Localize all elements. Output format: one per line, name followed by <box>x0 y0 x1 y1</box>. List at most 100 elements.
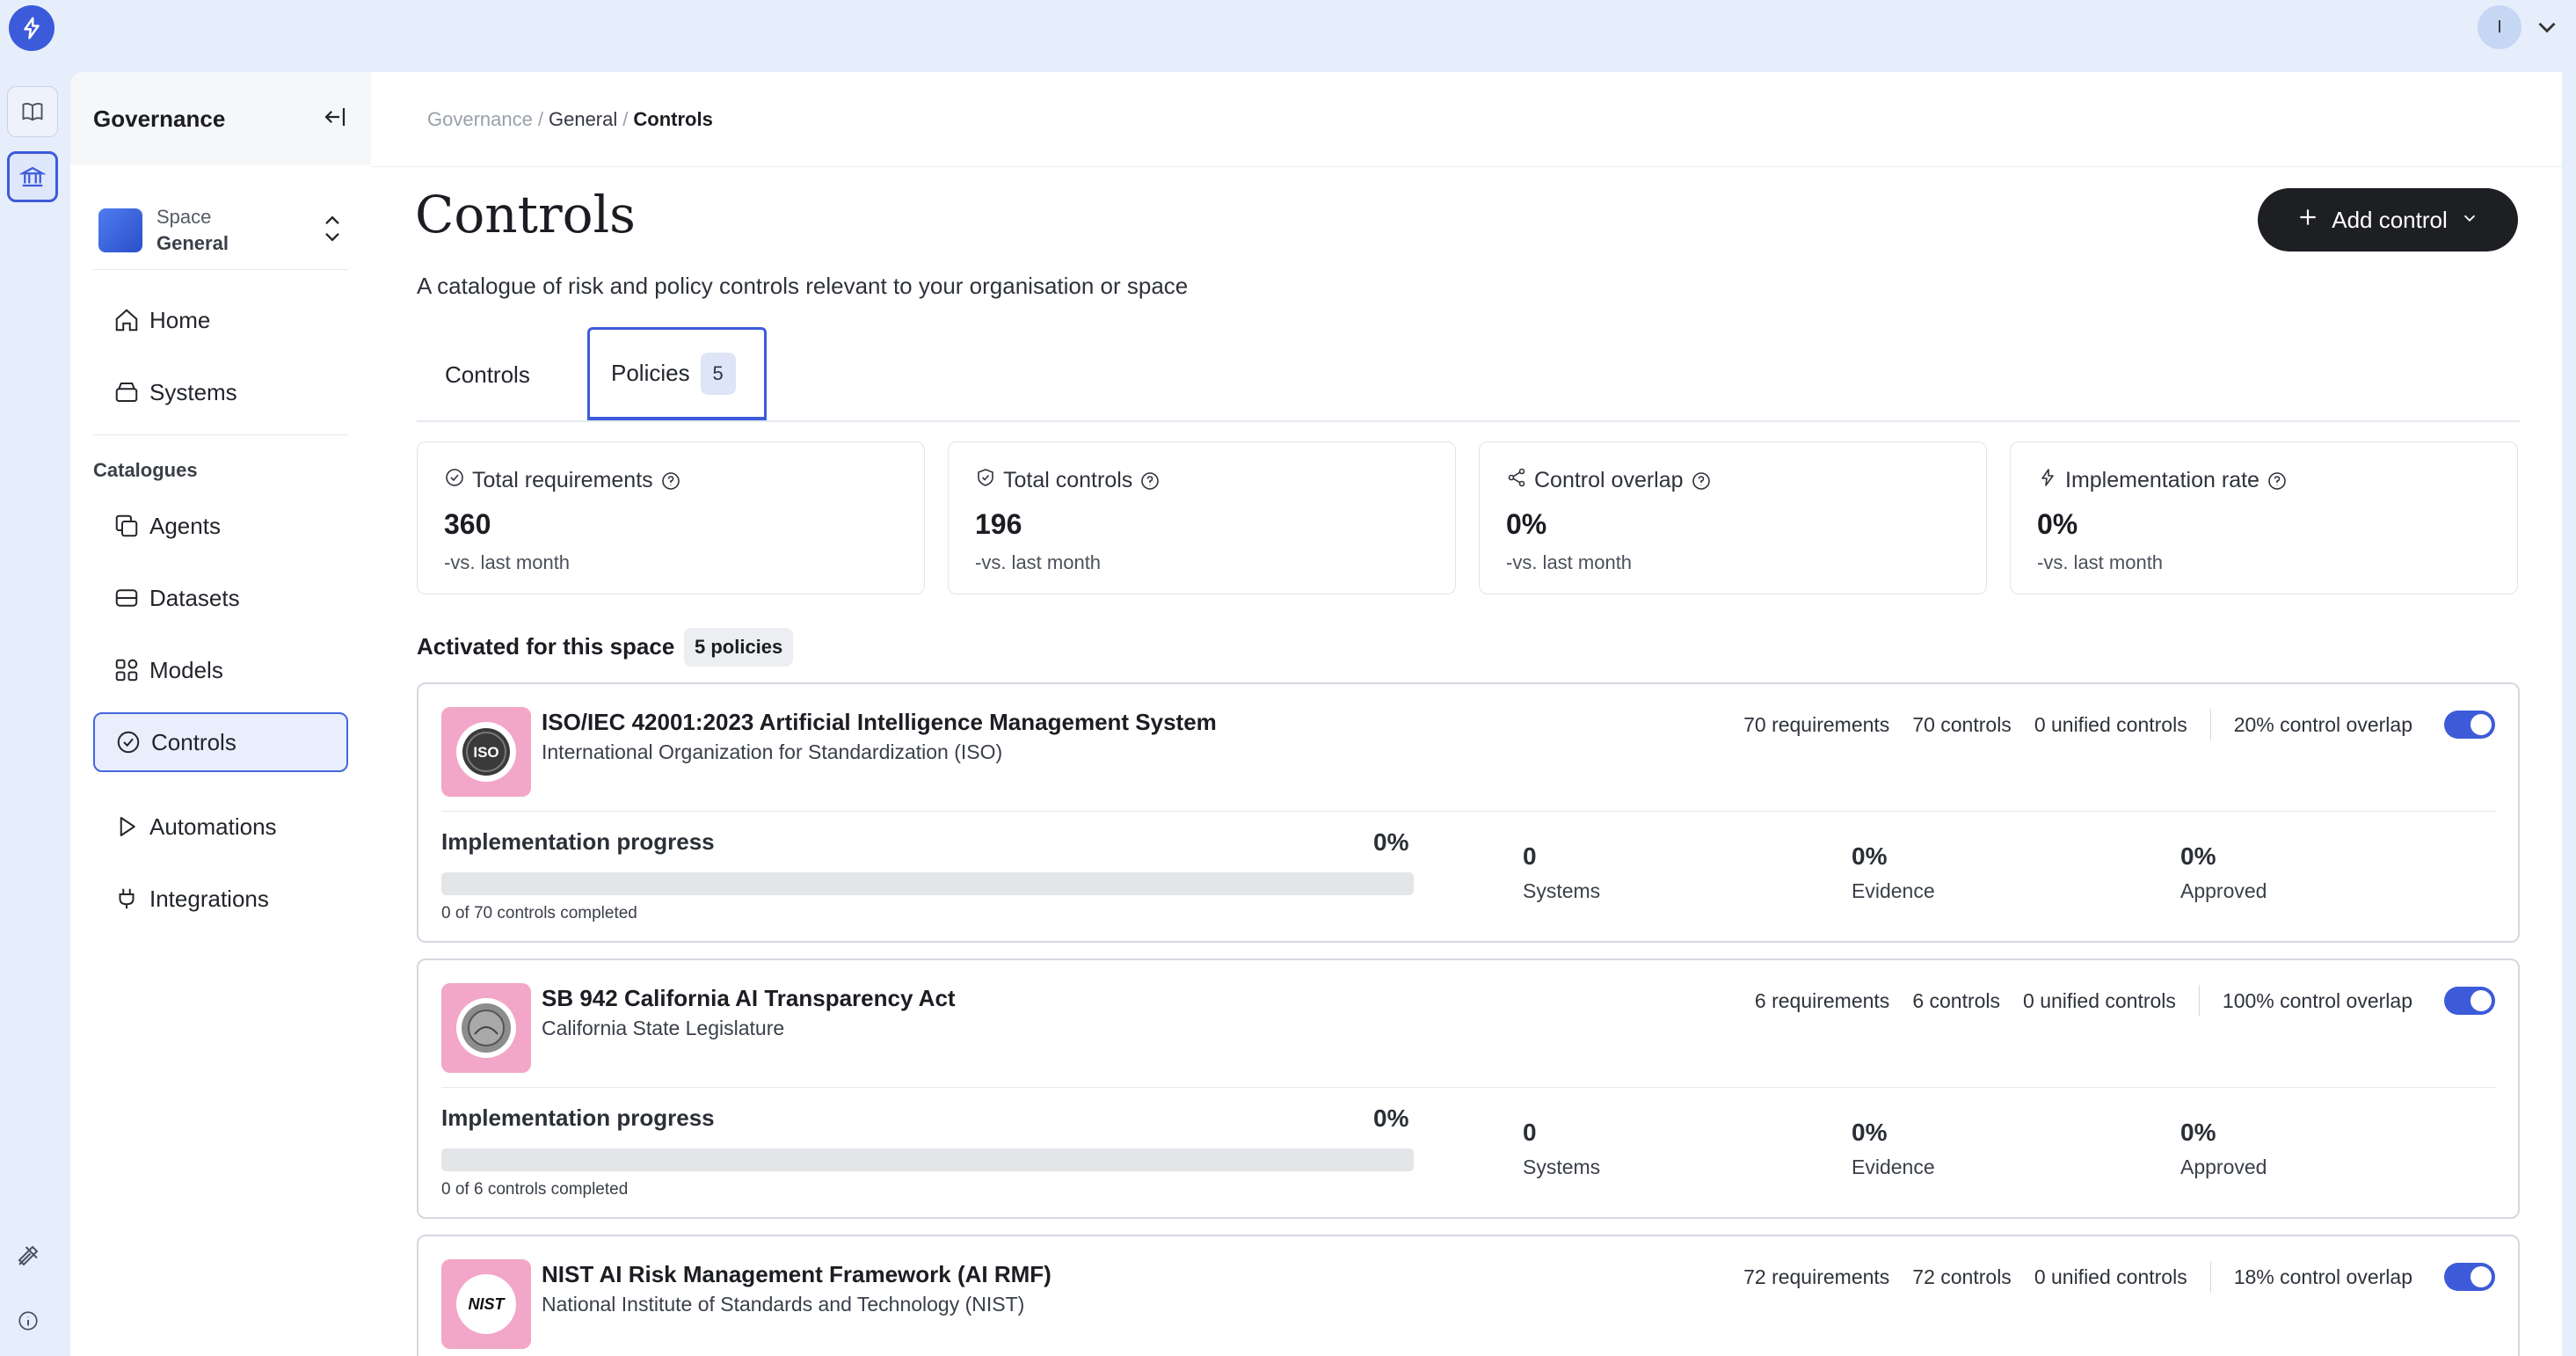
policy-name: ISO/IEC 42001:2023 Artificial Intelligen… <box>542 709 1217 735</box>
policy-overlap: 100% control overlap <box>2222 988 2412 1012</box>
policy-overlap: 20% control overlap <box>2233 712 2412 736</box>
metric-label: Systems <box>1523 1156 1601 1178</box>
policy-card[interactable]: ISO ISO/IEC 42001:2023 Artificial Intell… <box>417 682 2520 943</box>
metric-label: Approved <box>2180 879 2267 902</box>
policy-meta: 6 requirements 6 controls 0 unified cont… <box>1755 985 2495 1017</box>
app-logo-icon[interactable] <box>9 5 55 51</box>
sidebar-item-label: Automations <box>149 813 277 840</box>
metric-evidence: 0% Evidence <box>1852 842 1935 903</box>
user-avatar[interactable]: I <box>2478 5 2521 49</box>
sidebar-item-automations[interactable]: Automations <box>93 797 348 857</box>
breadcrumb-separator: / <box>537 107 543 130</box>
help-icon[interactable] <box>2267 470 2288 492</box>
policy-org: International Organization for Standardi… <box>542 740 1003 763</box>
book-icon[interactable] <box>7 86 58 137</box>
chevron-updown-icon[interactable] <box>320 211 345 251</box>
metric-approved: 0% Approved <box>2180 1119 2267 1179</box>
policy-enabled-toggle[interactable] <box>2444 711 2495 739</box>
sidebar-item-agents[interactable]: Agents <box>93 496 348 556</box>
svg-text:NIST: NIST <box>468 1295 506 1313</box>
progress-percent: 0% <box>1373 828 1409 856</box>
space-selector[interactable]: Space General <box>93 192 348 269</box>
progress-label: Implementation progress <box>441 828 715 855</box>
progress-bar <box>441 1148 1414 1171</box>
sidebar-item-integrations[interactable]: Integrations <box>93 869 348 929</box>
stat-card-control-overlap: Control overlap 0% -vs. last month <box>1479 441 1987 594</box>
progress-sub: 0 of 6 controls completed <box>441 1180 629 1199</box>
shield-check-icon <box>975 467 996 494</box>
sidebar-item-label: Datasets <box>149 584 240 611</box>
metric-systems: 0 Systems <box>1523 842 1600 903</box>
policy-requirements: 6 requirements <box>1754 988 1890 1012</box>
policy-requirements: 72 requirements <box>1743 1265 1890 1288</box>
plus-icon <box>2296 206 2319 235</box>
agents-icon <box>111 510 142 542</box>
tab-label: Controls <box>445 361 530 388</box>
collapse-sidebar-icon[interactable] <box>322 104 348 135</box>
tools-icon[interactable] <box>12 1240 44 1272</box>
chevron-down-icon[interactable] <box>2532 12 2562 42</box>
help-icon[interactable] <box>660 470 681 492</box>
metric-systems: 0 Systems <box>1523 1119 1600 1179</box>
tab-controls[interactable]: Controls <box>445 327 530 422</box>
governance-bank-icon[interactable] <box>7 151 58 202</box>
divider <box>2198 985 2200 1017</box>
stat-card-implementation-rate: Implementation rate 0% -vs. last month <box>2010 441 2518 594</box>
policy-card[interactable]: SB 942 California AI Transparency Act Ca… <box>417 959 2520 1219</box>
policy-requirements: 70 requirements <box>1743 712 1890 736</box>
chevron-down-icon <box>2460 207 2479 234</box>
sidebar-item-datasets[interactable]: Datasets <box>93 568 348 628</box>
breadcrumb-governance[interactable]: Governance <box>427 108 533 131</box>
bolt-icon <box>2037 467 2058 494</box>
california-seal-icon <box>441 983 531 1073</box>
stat-label: Total controls <box>1003 468 1133 492</box>
sidebar-item-label: Controls <box>151 728 236 755</box>
progress-percent: 0% <box>1373 1104 1409 1132</box>
check-circle-icon <box>444 467 465 494</box>
sidebar-item-home[interactable]: Home <box>93 290 348 350</box>
stat-card-total-controls: Total controls 196 -vs. last month <box>948 441 1456 594</box>
metric-value: 0 <box>1523 1119 1537 1146</box>
help-icon[interactable] <box>1139 470 1161 492</box>
models-icon <box>111 654 142 686</box>
svg-text:ISO: ISO <box>473 744 498 761</box>
sidebar-title: Governance <box>93 105 226 132</box>
policy-meta: 72 requirements 72 controls 0 unified co… <box>1743 1261 2495 1293</box>
top-bar: I <box>0 0 2576 72</box>
space-label: Space <box>156 206 212 228</box>
help-icon[interactable] <box>1691 470 1712 492</box>
stat-label: Control overlap <box>1534 468 1684 492</box>
tabs-underline <box>417 420 2520 422</box>
policy-org: National Institute of Standards and Tech… <box>542 1293 1025 1316</box>
space-folder-icon <box>98 208 142 252</box>
sidebar-item-label: Systems <box>149 378 237 405</box>
catalogues-section-label: Catalogues <box>93 459 198 481</box>
divider <box>93 434 348 435</box>
metric-evidence: 0% Evidence <box>1852 1119 1935 1179</box>
sidebar-item-label: Home <box>149 306 211 333</box>
sidebar-item-systems[interactable]: Systems <box>93 362 348 422</box>
tab-policies[interactable]: Policies 5 <box>587 327 767 422</box>
home-icon <box>111 304 142 336</box>
breadcrumb-general[interactable]: General <box>549 108 617 131</box>
metric-value: 0% <box>1852 1119 1888 1146</box>
governance-sidebar: Governance Space General Home Systems Ca… <box>70 72 371 1356</box>
policy-enabled-toggle[interactable] <box>2444 987 2495 1015</box>
add-control-button[interactable]: Add control <box>2258 188 2518 252</box>
info-icon[interactable] <box>12 1305 44 1337</box>
stat-card-total-requirements: Total requirements 360 -vs. last month <box>417 441 925 594</box>
policy-card[interactable]: NIST NIST AI Risk Management Framework (… <box>417 1235 2520 1356</box>
policy-enabled-toggle[interactable] <box>2444 1263 2495 1291</box>
divider <box>2209 709 2211 740</box>
stat-label: Implementation rate <box>2065 468 2259 492</box>
sidebar-item-controls[interactable]: Controls <box>93 712 348 772</box>
metric-approved: 0% Approved <box>2180 842 2267 903</box>
iso-logo-icon: ISO <box>441 707 531 797</box>
add-control-label: Add control <box>2332 206 2448 233</box>
policy-meta: 70 requirements 70 controls 0 unified co… <box>1743 709 2495 740</box>
sidebar-header: Governance <box>70 72 371 165</box>
stat-value: 0% <box>1506 508 1547 540</box>
breadcrumb: Governance / General / Controls <box>371 72 2562 167</box>
stat-label: Total requirements <box>472 468 653 492</box>
sidebar-item-models[interactable]: Models <box>93 640 348 700</box>
